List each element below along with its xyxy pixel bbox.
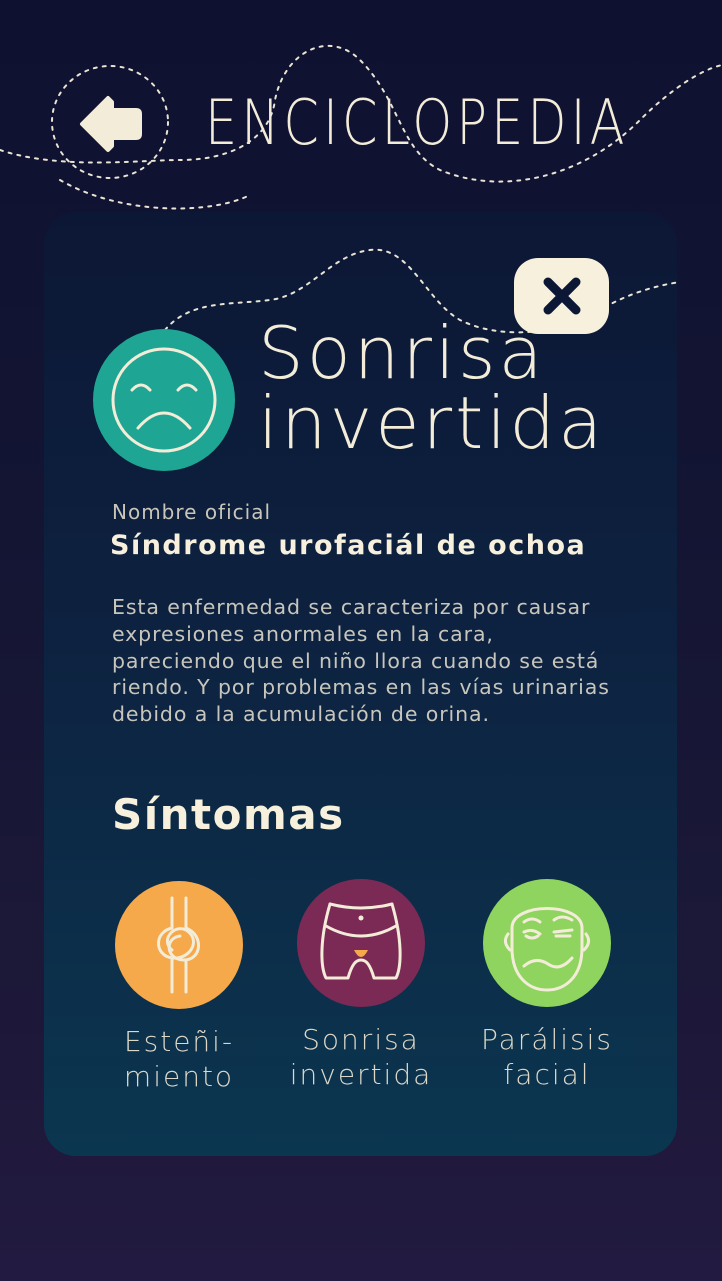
symptom-label: Parálisis facial [457, 1022, 637, 1092]
sad-face-icon [93, 329, 235, 471]
close-icon [543, 277, 580, 315]
symptom-label-line1: Sonrisa [302, 1023, 420, 1056]
page-title: ENCICLOPEDIA [205, 86, 629, 159]
symptom-label-line1: Esteñi- [123, 1025, 235, 1058]
disease-title: Sonrisa invertida [258, 311, 606, 465]
pelvis-icon [297, 879, 425, 1007]
back-button[interactable] [78, 92, 142, 156]
disease-title-line2: invertida [258, 381, 606, 465]
symptom-label: Sonrisa invertida [271, 1022, 451, 1092]
symptom-item-constipation[interactable]: Esteñi- miento [89, 880, 269, 1094]
arrow-left-icon [80, 96, 142, 152]
symptom-item-facial-paralysis[interactable]: Parálisis facial [457, 878, 637, 1092]
symptom-label-line1: Parálisis [481, 1023, 613, 1056]
disease-icon [92, 328, 236, 472]
symptom-label-line2: invertida [289, 1058, 433, 1091]
official-name-label: Nombre oficial [112, 500, 272, 524]
disease-title-line1: Sonrisa [258, 311, 546, 395]
disease-description: Esta enfermedad se caracteriza por causa… [112, 595, 610, 727]
symptom-label-line2: facial [503, 1058, 591, 1091]
knot-icon [115, 881, 243, 1009]
symptom-item-inverted-smile[interactable]: Sonrisa invertida [271, 878, 451, 1092]
official-name: Síndrome urofaciál de ochoa [110, 530, 587, 561]
symptom-label: Esteñi- miento [89, 1024, 269, 1094]
paralyzed-face-icon [483, 879, 611, 1007]
symptoms-heading: Síntomas [112, 790, 345, 839]
symptom-label-line2: miento [123, 1060, 235, 1093]
